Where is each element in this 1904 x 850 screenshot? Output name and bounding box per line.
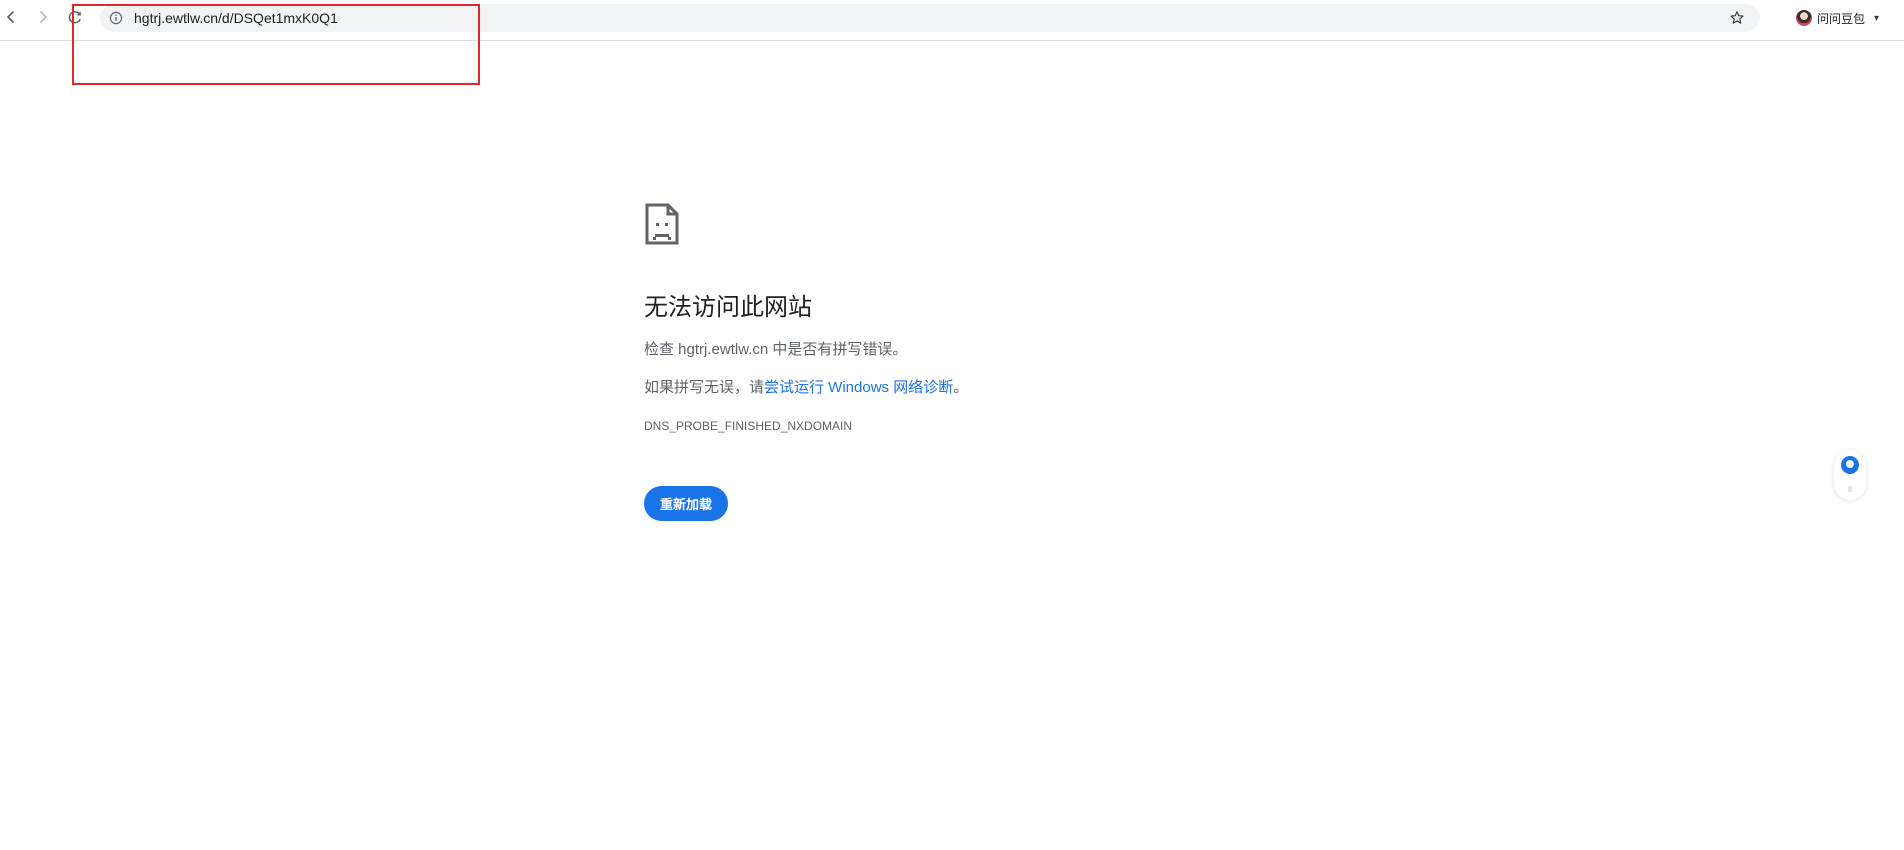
chevron-down-icon: ▾ bbox=[1874, 12, 1880, 24]
error-title: 无法访问此网站 bbox=[644, 294, 812, 321]
forward-button[interactable] bbox=[32, 6, 54, 28]
reload-page-button[interactable]: 重新加载 bbox=[644, 486, 728, 521]
url-text[interactable]: hgtrj.ewtlw.cn/d/DSQet1mxK0Q1 bbox=[134, 10, 338, 26]
error-page-content: 无法访问此网站 检查 hgtrj.ewtlw.cn 中是否有拼写错误。 如果拼写… bbox=[644, 202, 1264, 521]
browser-toolbar: hgtrj.ewtlw.cn/d/DSQet1mxK0Q1 问问豆包 ▾ bbox=[0, 0, 1904, 41]
info-icon bbox=[109, 11, 123, 25]
diagnostic-suggestion: 如果拼写无误，请尝试运行 Windows 网络诊断。 bbox=[644, 378, 1264, 398]
site-info-button[interactable] bbox=[108, 10, 124, 26]
assistant-bubble-icon[interactable] bbox=[1841, 456, 1859, 474]
forward-arrow-icon bbox=[39, 10, 48, 24]
suggestion-prefix: 如果拼写无误，请 bbox=[644, 379, 765, 396]
back-arrow-icon bbox=[6, 10, 15, 24]
address-bar[interactable]: hgtrj.ewtlw.cn/d/DSQet1mxK0Q1 bbox=[100, 4, 1760, 32]
avatar bbox=[1796, 10, 1812, 26]
sad-page-icon bbox=[645, 203, 679, 245]
error-code: DNS_PROBE_FINISHED_NXDOMAIN bbox=[644, 419, 853, 433]
assistant-side-widget[interactable] bbox=[1834, 450, 1866, 500]
windows-network-diagnostic-link[interactable]: 尝试运行 Windows 网络诊断 bbox=[764, 379, 953, 396]
drag-handle-icon[interactable] bbox=[1848, 486, 1852, 492]
reload-icon bbox=[68, 11, 81, 24]
profile-chip[interactable]: 问问豆包 ▾ bbox=[1796, 8, 1879, 28]
suggestion-suffix: 。 bbox=[953, 379, 969, 396]
bookmark-button[interactable] bbox=[1728, 9, 1746, 27]
back-button[interactable] bbox=[0, 6, 22, 28]
reload-button[interactable] bbox=[64, 6, 86, 28]
spelling-check-message: 检查 hgtrj.ewtlw.cn 中是否有拼写错误。 bbox=[644, 341, 908, 358]
profile-name: 问问豆包 bbox=[1817, 11, 1866, 26]
star-icon bbox=[1730, 11, 1744, 24]
